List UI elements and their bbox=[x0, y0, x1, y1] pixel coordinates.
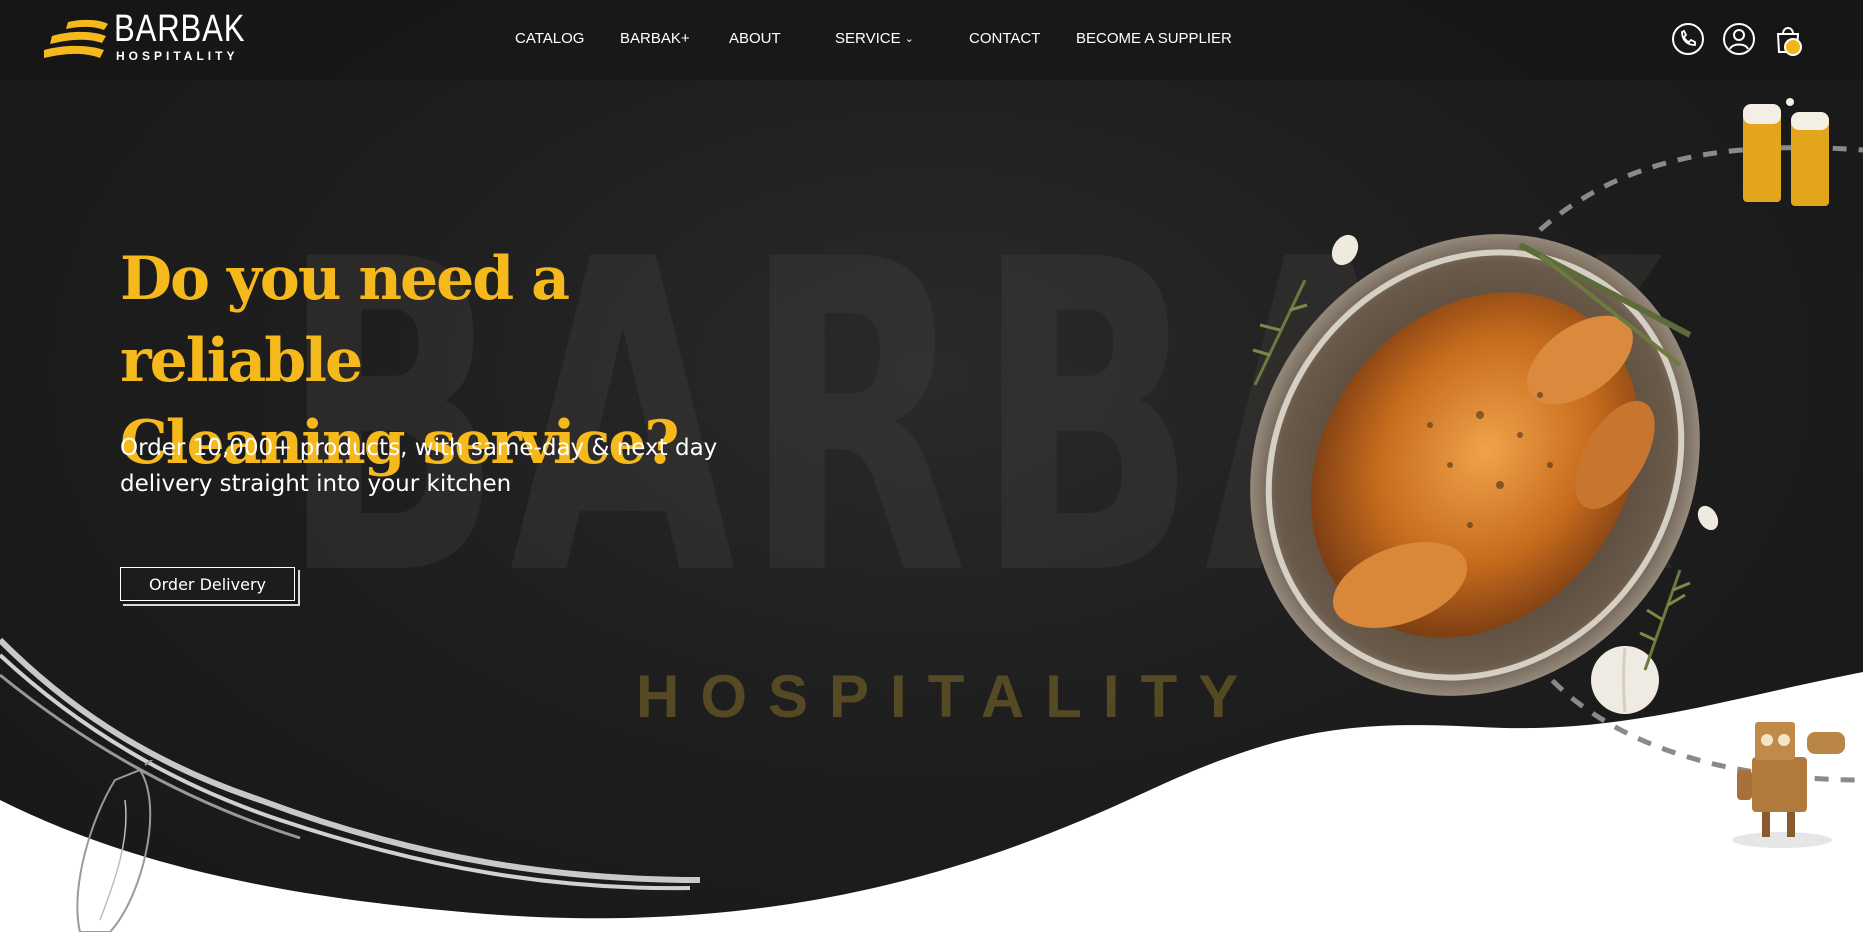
nav-item-catalog[interactable]: CATALOG bbox=[515, 30, 584, 47]
hero-subtext-line-1: Order 10,000+ products, with same-day & … bbox=[120, 435, 718, 461]
hero-subtext-line-2: delivery straight into your kitchen bbox=[120, 471, 512, 497]
hero-headline-line-1: Do you need a reliable bbox=[120, 244, 570, 396]
hero-section: BARBAK HOSPITALITY Do you need a reliabl… bbox=[0, 0, 1863, 932]
cucumber-sketch-image bbox=[76, 760, 154, 932]
herb-sprig-image bbox=[1252, 279, 1308, 386]
brand-tagline: HOSPITALITY bbox=[116, 49, 239, 63]
hero-subtext: Order 10,000+ products, with same-day & … bbox=[120, 430, 840, 502]
phone-icon[interactable] bbox=[1671, 22, 1705, 56]
beer-glasses-image bbox=[1743, 98, 1829, 206]
garlic-clove-image bbox=[1331, 234, 1359, 266]
brand-name: BARBAK bbox=[114, 8, 246, 50]
nav-item-barbak-plus[interactable]: BARBAK+ bbox=[620, 30, 690, 47]
nav-item-become-supplier[interactable]: BECOME A SUPPLIER bbox=[1076, 30, 1232, 47]
nav-item-service[interactable]: SERVICE ⌄ bbox=[835, 30, 914, 47]
nav-item-service-label: SERVICE bbox=[835, 30, 901, 47]
nav-item-contact[interactable]: CONTACT bbox=[969, 30, 1040, 47]
logo-stripes-icon bbox=[44, 19, 108, 58]
herb-sprig-image bbox=[1639, 569, 1691, 671]
brand-logo[interactable]: BARBAK HOSPITALITY bbox=[44, 8, 264, 68]
cart-count-badge[interactable] bbox=[1784, 38, 1802, 56]
order-delivery-button[interactable]: Order Delivery bbox=[120, 567, 295, 601]
user-icon[interactable] bbox=[1722, 22, 1756, 56]
site-header: BARBAK HOSPITALITY CATALOG BARBAK+ ABOUT… bbox=[0, 0, 1863, 80]
chevron-down-icon: ⌄ bbox=[904, 33, 914, 45]
garlic-clove-image bbox=[1697, 505, 1719, 531]
mascot-robot-image bbox=[1732, 722, 1845, 848]
nav-item-about[interactable]: ABOUT bbox=[729, 30, 781, 47]
